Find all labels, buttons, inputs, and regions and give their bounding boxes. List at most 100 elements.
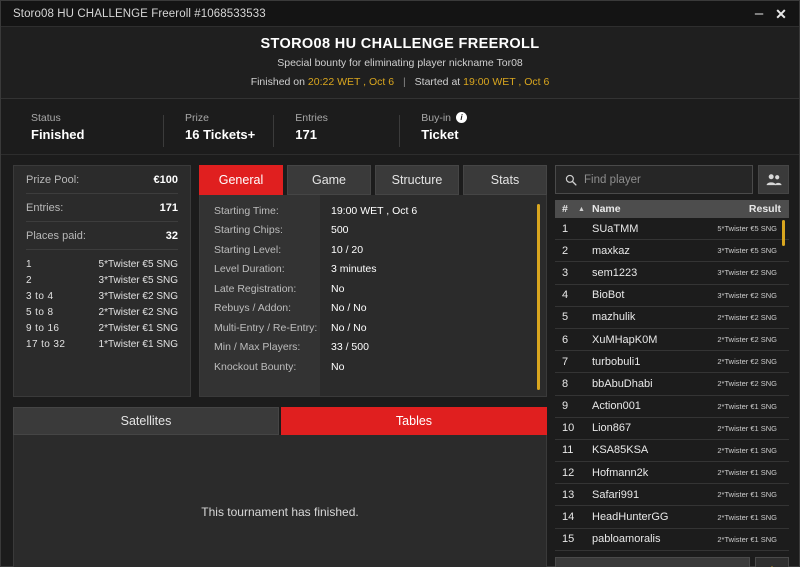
player-list-scrollbar[interactable] <box>782 220 785 246</box>
column-header-name[interactable]: Name <box>592 203 749 215</box>
minimize-icon[interactable]: – <box>749 4 769 24</box>
tournament-header: STORO08 HU CHALLENGE FREEROLL Special bo… <box>1 27 799 99</box>
places-paid-row: Places paid: 32 <box>26 222 178 250</box>
stat-buyin-label: Buy-in i <box>421 112 481 124</box>
table-row[interactable]: 1 SUaTMM 5*Twister €5 SNG <box>555 218 789 241</box>
close-icon[interactable]: ✕ <box>771 4 791 24</box>
tournament-title: STORO08 HU CHALLENGE FREEROLL <box>260 36 540 52</box>
table-row[interactable]: 4 BioBot 3*Twister €2 SNG <box>555 285 789 307</box>
prize-pool-value: €100 <box>153 173 178 186</box>
info-row: Knockout Bounty: No <box>200 357 546 377</box>
sort-ascending-icon[interactable]: ▲ <box>578 206 592 213</box>
stat-status-label: Status <box>31 111 61 124</box>
table-row[interactable]: 5 mazhulik 2*Twister €2 SNG <box>555 307 789 329</box>
info-row: Starting Chips: 500 <box>200 221 546 241</box>
tab-satellites[interactable]: Satellites <box>13 407 279 435</box>
main-lobby-button[interactable]: Main Lobby <box>555 556 750 567</box>
general-info-rows: Starting Time: 19:00 WET , Oct 6 Startin… <box>200 195 546 396</box>
top-row: Prize Pool: €100 Entries: 171 Places pai… <box>13 165 547 397</box>
players-list-button[interactable] <box>758 165 789 194</box>
table-row[interactable]: 12 Hofmann2k 2*Twister €1 SNG <box>555 462 789 485</box>
player-rank: 10 <box>562 422 575 435</box>
table-row[interactable]: 15 pabloamoralis 2*Twister €1 SNG <box>555 529 789 551</box>
table-row[interactable]: 13 Safari991 2*Twister €1 SNG <box>555 484 789 507</box>
payout-place: 5 to 8 <box>26 307 54 318</box>
table-row[interactable]: 3 sem1223 3*Twister €2 SNG <box>555 262 789 285</box>
favorite-button[interactable] <box>755 556 789 567</box>
player-result: 2*Twister €2 SNG <box>717 357 777 367</box>
column-header-result[interactable]: Result <box>749 203 781 215</box>
tournament-finished-message: This tournament has finished. <box>201 505 359 520</box>
payout-row: 17 to 32 1*Twister €1 SNG <box>26 337 178 353</box>
info-row: Rebuys / Addon: No / No <box>200 299 546 319</box>
entries-row: Entries: 171 <box>26 194 178 222</box>
info-key: Rebuys / Addon: <box>214 302 292 315</box>
info-value: No <box>331 360 345 373</box>
tab-structure[interactable]: Structure <box>375 165 459 195</box>
tab-game[interactable]: Game <box>287 165 371 195</box>
tournament-stats-bar: Status Finished Prize 16 Tickets+ Entrie… <box>1 99 799 155</box>
info-row: Min / Max Players: 33 / 500 <box>200 338 546 358</box>
info-row: Late Registration: No <box>200 279 546 299</box>
tab-tables[interactable]: Tables <box>281 407 547 435</box>
payout-row: 2 3*Twister €5 SNG <box>26 273 178 289</box>
table-row[interactable]: 8 bbAbuDhabi 2*Twister €2 SNG <box>555 373 789 396</box>
player-rank: 4 <box>562 289 569 302</box>
info-row: Multi-Entry / Re-Entry: No / No <box>200 318 546 338</box>
info-value: 500 <box>331 224 349 237</box>
table-row[interactable]: 14 HeadHunterGG 2*Twister €1 SNG <box>555 506 789 529</box>
column-header-num[interactable]: # <box>562 203 578 215</box>
table-row[interactable]: 11 KSA85KSA 2*Twister €1 SNG <box>555 440 789 463</box>
tab-stats[interactable]: Stats <box>463 165 547 195</box>
player-rank: 5 <box>562 311 569 324</box>
payout-place: 3 to 4 <box>26 291 54 302</box>
info-row: Starting Level: 10 / 20 <box>200 240 546 260</box>
info-key: Min / Max Players: <box>214 341 301 354</box>
tab-general[interactable]: General <box>199 165 283 195</box>
general-scrollbar[interactable] <box>537 204 540 390</box>
player-rank: 13 <box>562 488 575 501</box>
player-rank: 3 <box>562 266 569 279</box>
table-row[interactable]: 6 XuMHapK0M 2*Twister €2 SNG <box>555 329 789 352</box>
player-rank: 15 <box>562 533 575 546</box>
people-icon <box>766 174 782 186</box>
table-row[interactable]: 2 maxkaz 3*Twister €5 SNG <box>555 240 789 263</box>
table-row[interactable]: 10 Lion867 2*Twister €1 SNG <box>555 418 789 440</box>
places-paid-value: 32 <box>165 229 178 242</box>
details-tabs: General Game Structure Stats <box>199 165 547 195</box>
stat-entries-value: 171 <box>295 126 317 142</box>
player-name: XuMHapK0M <box>592 333 658 346</box>
search-box[interactable] <box>555 165 753 194</box>
started-time: 19:00 WET , Oct 6 <box>463 76 550 88</box>
stat-status: Status Finished <box>31 112 163 142</box>
table-row[interactable]: 9 Action001 2*Twister €1 SNG <box>555 396 789 418</box>
player-name: turbobuli1 <box>592 355 641 368</box>
player-rank: 6 <box>562 333 569 346</box>
stat-buyin-label-text: Buy-in <box>421 111 451 124</box>
tournament-times: Finished on 20:22 WET , Oct 6 | Started … <box>1 76 799 88</box>
table-row[interactable]: 7 turbobuli1 2*Twister €2 SNG <box>555 351 789 374</box>
payout-row: 5 to 8 2*Twister €2 SNG <box>26 305 178 321</box>
prize-pool-panel: Prize Pool: €100 Entries: 171 Places pai… <box>13 165 191 397</box>
payout-list: 1 5*Twister €5 SNG 2 3*Twister €5 SNG 3 … <box>26 250 178 353</box>
search-input[interactable] <box>584 173 743 186</box>
player-name: SUaTMM <box>592 222 639 235</box>
payout-award: 2*Twister €2 SNG <box>98 307 178 318</box>
info-value: No / No <box>331 321 367 334</box>
player-result: 3*Twister €2 SNG <box>717 268 777 278</box>
player-name: Safari991 <box>592 488 640 501</box>
info-value: 19:00 WET , Oct 6 <box>331 204 418 217</box>
payout-award: 1*Twister €1 SNG <box>98 339 178 350</box>
info-value: No / No <box>331 302 367 315</box>
player-result: 2*Twister €1 SNG <box>717 445 777 455</box>
payout-award: 3*Twister €2 SNG <box>98 291 178 302</box>
player-result: 3*Twister €2 SNG <box>717 290 777 300</box>
player-rank: 8 <box>562 377 569 390</box>
stat-prize: Prize 16 Tickets+ <box>163 112 273 147</box>
info-icon[interactable]: i <box>456 112 467 123</box>
details-tab-panel: General Game Structure Stats Starting Ti… <box>199 165 547 397</box>
player-name: Action001 <box>592 400 641 413</box>
lobby-body: Prize Pool: €100 Entries: 171 Places pai… <box>1 155 799 567</box>
payout-award: 3*Twister €5 SNG <box>98 275 178 286</box>
payout-place: 1 <box>26 259 32 270</box>
